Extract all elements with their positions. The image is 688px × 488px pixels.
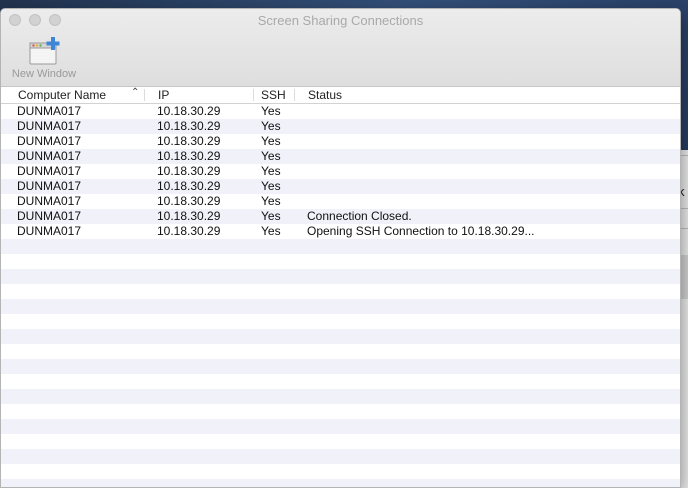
- new-window-label: New Window: [11, 68, 77, 80]
- cell-ip: 10.18.30.29: [157, 119, 221, 133]
- table-row[interactable]: DUNMA017 10.18.30.29 Yes: [1, 194, 680, 209]
- cell-computer-name: DUNMA017: [17, 164, 82, 178]
- cell-computer-name: DUNMA017: [17, 149, 82, 163]
- cell-computer-name: DUNMA017: [17, 179, 82, 193]
- cell-computer-name: DUNMA017: [17, 224, 82, 238]
- cell-ip: 10.18.30.29: [157, 224, 221, 238]
- table-row[interactable]: DUNMA017 10.18.30.29 Yes: [1, 164, 680, 179]
- cell-computer-name: DUNMA017: [17, 134, 82, 148]
- new-window-icon: [29, 37, 60, 65]
- cell-ssh: Yes: [261, 209, 281, 223]
- connections-table: Computer Name ⌃ IP SSH Status DUNMA017 1…: [1, 87, 680, 487]
- cell-status: Opening SSH Connection to 10.18.30.29...: [307, 224, 535, 238]
- cell-ssh: Yes: [261, 179, 281, 193]
- cell-ip: 10.18.30.29: [157, 134, 221, 148]
- cell-ssh: Yes: [261, 224, 281, 238]
- cell-ip: 10.18.30.29: [157, 194, 221, 208]
- column-header-ip[interactable]: IP: [158, 88, 169, 102]
- cell-ip: 10.18.30.29: [157, 179, 221, 193]
- cell-ssh: Yes: [261, 104, 281, 118]
- cell-status: Connection Closed.: [307, 209, 412, 223]
- cell-ssh: Yes: [261, 194, 281, 208]
- table-row[interactable]: DUNMA017 10.18.30.29 Yes Connection Clos…: [1, 209, 680, 224]
- cell-ssh: Yes: [261, 119, 281, 133]
- table-row[interactable]: DUNMA017 10.18.30.29 Yes: [1, 104, 680, 119]
- cell-computer-name: DUNMA017: [17, 119, 82, 133]
- screen-sharing-connections-window: Screen Sharing Connections New Window Co…: [0, 8, 681, 488]
- cell-ip: 10.18.30.29: [157, 149, 221, 163]
- cell-ssh: Yes: [261, 134, 281, 148]
- table-row[interactable]: DUNMA017 10.18.30.29 Yes: [1, 134, 680, 149]
- cell-computer-name: DUNMA017: [17, 104, 82, 118]
- column-divider[interactable]: [294, 89, 295, 101]
- column-header-ssh[interactable]: SSH: [261, 88, 286, 102]
- column-header-computer-name[interactable]: Computer Name: [18, 88, 106, 102]
- column-header-status[interactable]: Status: [308, 88, 342, 102]
- background-scrollbar: [681, 255, 688, 299]
- sort-ascending-icon[interactable]: ⌃: [131, 87, 139, 98]
- column-divider[interactable]: [253, 89, 254, 101]
- cell-ssh: Yes: [261, 149, 281, 163]
- table-row[interactable]: DUNMA017 10.18.30.29 Yes: [1, 149, 680, 164]
- cell-ip: 10.18.30.29: [157, 104, 221, 118]
- toolbar: Screen Sharing Connections New Window: [1, 9, 680, 87]
- window-title: Screen Sharing Connections: [257, 13, 424, 28]
- new-window-button[interactable]: New Window: [9, 35, 79, 83]
- table-row[interactable]: DUNMA017 10.18.30.29 Yes Opening SSH Con…: [1, 224, 680, 239]
- cell-ip: 10.18.30.29: [157, 209, 221, 223]
- column-divider[interactable]: [144, 89, 145, 101]
- cell-computer-name: DUNMA017: [17, 209, 82, 223]
- cell-computer-name: DUNMA017: [17, 194, 82, 208]
- table-body: DUNMA017 10.18.30.29 Yes DUNMA017 10.18.…: [1, 104, 680, 487]
- table-header: Computer Name ⌃ IP SSH Status: [1, 87, 680, 104]
- cell-ssh: Yes: [261, 164, 281, 178]
- table-row[interactable]: DUNMA017 10.18.30.29 Yes: [1, 179, 680, 194]
- table-row[interactable]: DUNMA017 10.18.30.29 Yes: [1, 119, 680, 134]
- cell-ip: 10.18.30.29: [157, 164, 221, 178]
